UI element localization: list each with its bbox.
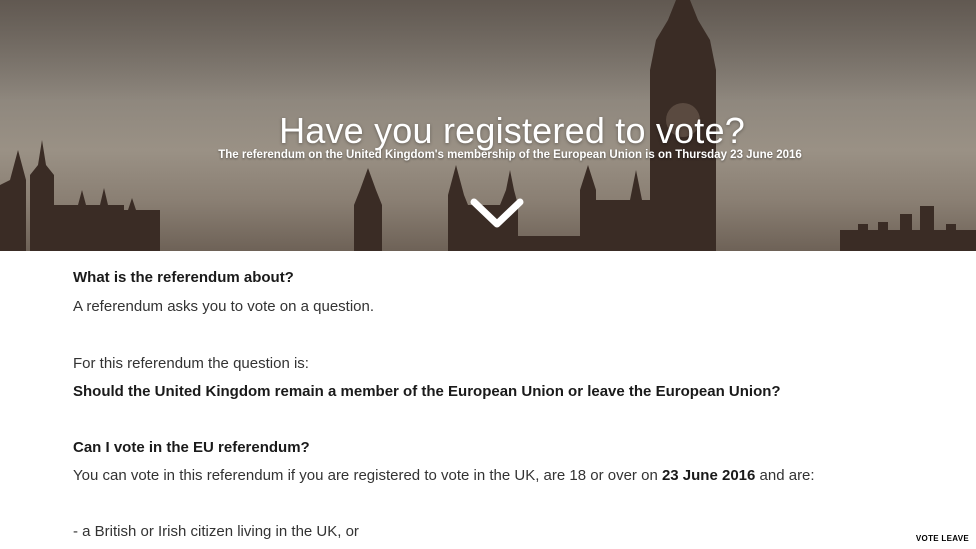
page-title: Have you registered to vote? bbox=[279, 110, 745, 152]
eligibility-bullet: - a British or Irish citizen living in t… bbox=[73, 523, 359, 540]
eligibility-text: You can vote in this referendum if you a… bbox=[73, 467, 815, 484]
watermark: VOTE LEAVE bbox=[912, 533, 972, 544]
about-heading: What is the referendum about? bbox=[73, 269, 294, 286]
about-text: A referendum asks you to vote on a quest… bbox=[73, 298, 375, 315]
eligibility-text-before: You can vote in this referendum if you a… bbox=[73, 467, 662, 484]
referendum-question: Should the United Kingdom remain a membe… bbox=[73, 383, 781, 400]
eligibility-text-after: and are: bbox=[755, 467, 815, 484]
chevron-down-icon[interactable] bbox=[470, 196, 524, 230]
page-subtitle: The referendum on the United Kingdom's m… bbox=[218, 149, 802, 161]
eligibility-date: 23 June 2016 bbox=[661, 467, 756, 484]
eligibility-heading: Can I vote in the EU referendum? bbox=[73, 439, 310, 456]
question-intro: For this referendum the question is: bbox=[73, 355, 309, 372]
hero-banner: Have you registered to vote? The referen… bbox=[0, 0, 976, 251]
